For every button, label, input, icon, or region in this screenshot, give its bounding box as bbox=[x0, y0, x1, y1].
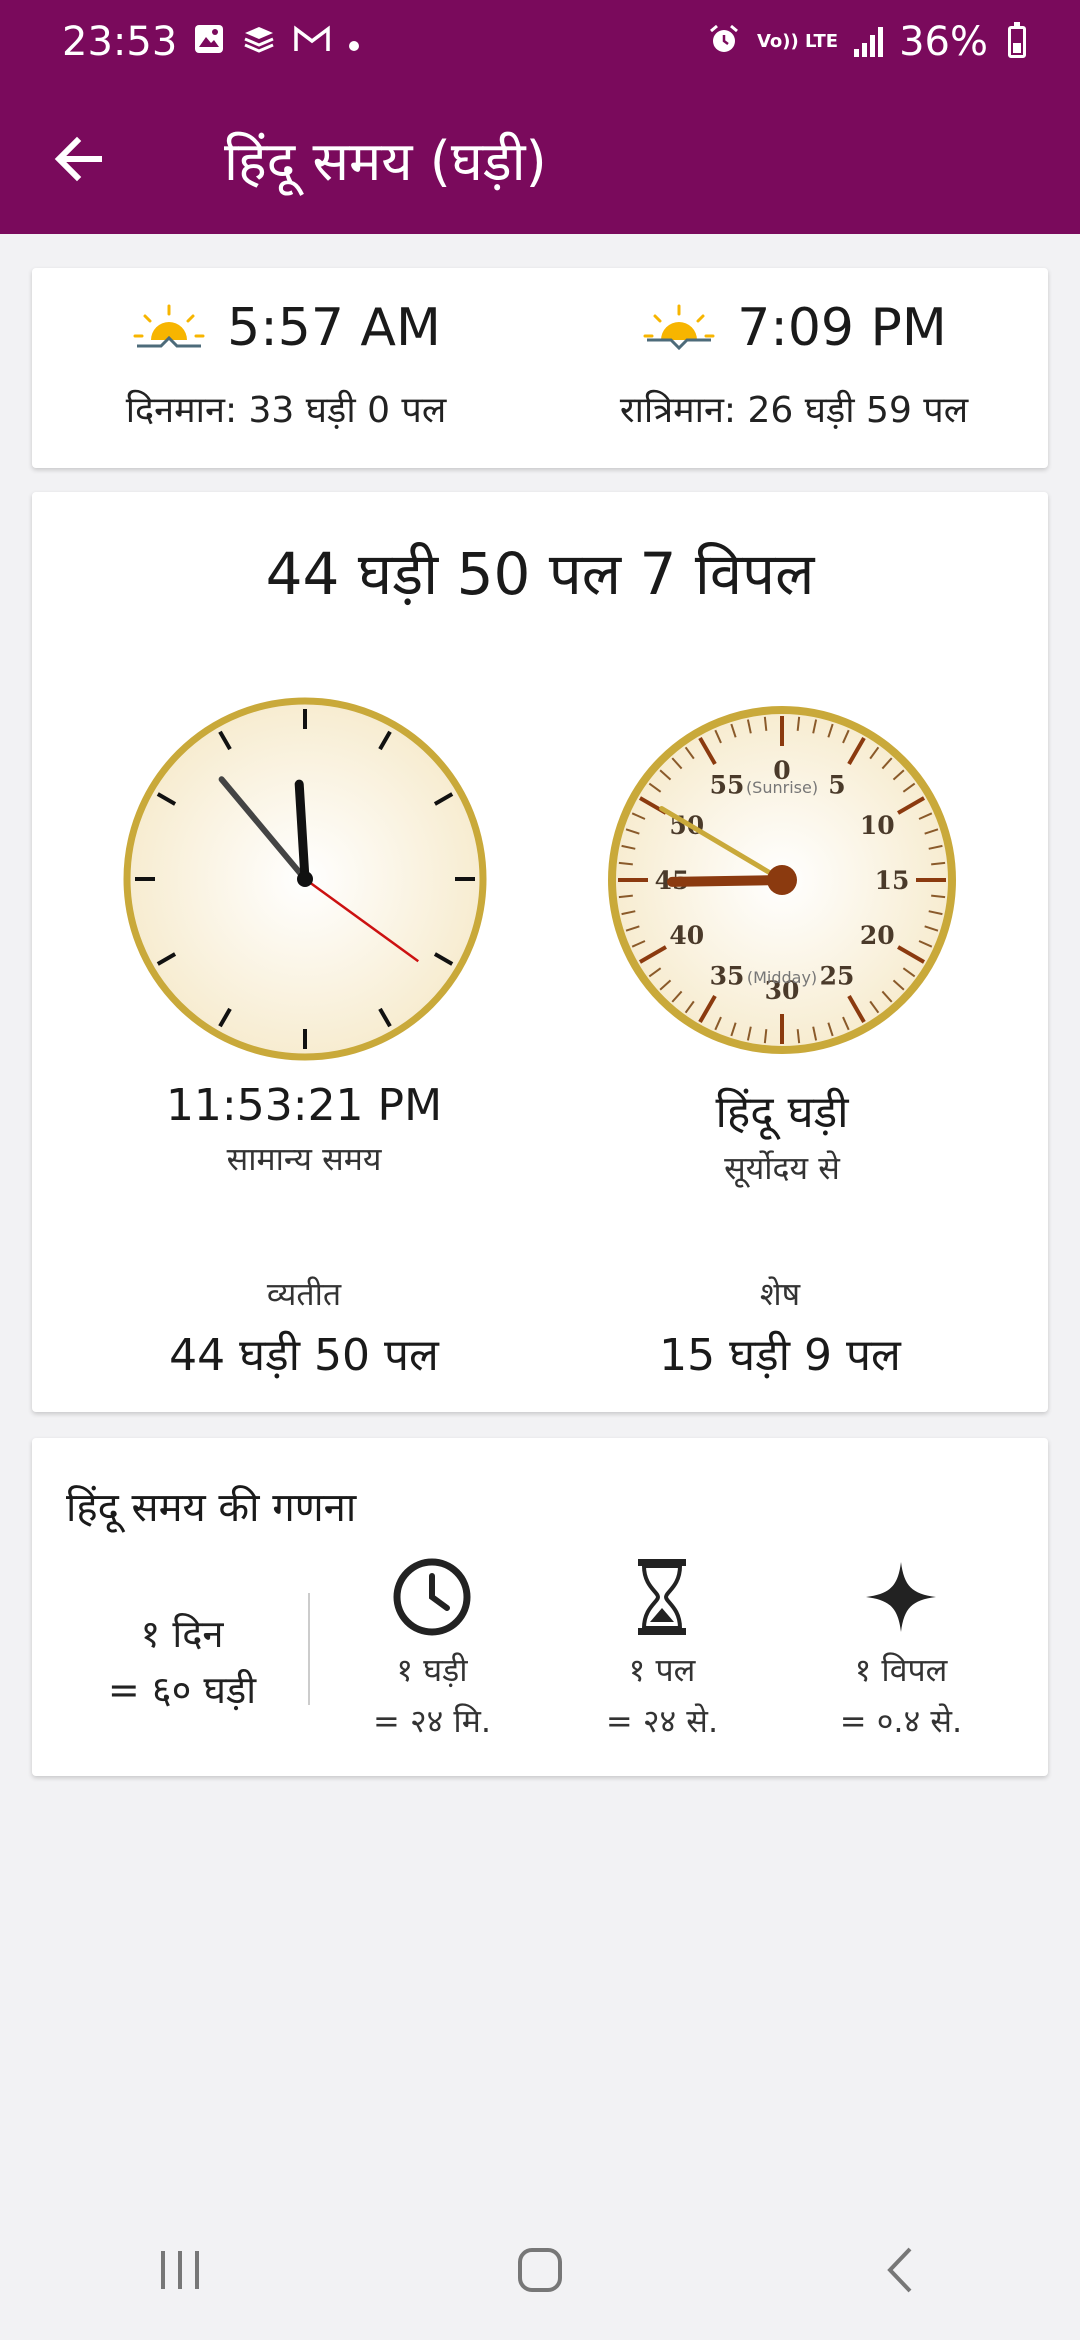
sunset-section: 7:09 PM रात्रिमान: 26 घड़ी 59 पल bbox=[540, 268, 1048, 468]
sunset-icon bbox=[643, 304, 715, 351]
calc-divider bbox=[308, 1593, 310, 1705]
midday-mark: (Midday) bbox=[747, 968, 817, 987]
ghadi-time-heading: 44 घड़ी 50 पल 7 विपल bbox=[265, 540, 815, 608]
normal-time-label: 11:53:21 PM सामान्य समय bbox=[94, 1080, 514, 1180]
page-title: हिंदू समय (घड़ी) bbox=[224, 130, 547, 193]
ghadi-center bbox=[767, 865, 797, 895]
navigation-bar bbox=[0, 2200, 1080, 2340]
sunrise-mark: (Sunrise) bbox=[746, 778, 818, 797]
recent-apps-button[interactable] bbox=[120, 2220, 240, 2320]
sunrise-time: 5:57 AM bbox=[227, 298, 441, 358]
calc-vipal-line1: १ विपल bbox=[854, 1651, 948, 1689]
signal-strength-icon bbox=[854, 27, 884, 57]
hourglass-icon bbox=[638, 1559, 686, 1635]
ghadi-number: 20 bbox=[860, 921, 895, 950]
battery-percent: 36% bbox=[899, 19, 988, 65]
calc-ghadi: १ घड़ी = २४ मि. bbox=[342, 1556, 522, 1742]
time-display-card: 44 घड़ी 50 पल 7 विपल 0510152025303540455… bbox=[32, 492, 1048, 1412]
clock-icon bbox=[393, 1558, 471, 1636]
ratriman-text: रात्रिमान: 26 घड़ी 59 पल bbox=[619, 390, 969, 431]
layers-app-icon bbox=[241, 23, 277, 61]
ghadi-number: 5 bbox=[828, 771, 845, 800]
status-left: 23:53 bbox=[62, 19, 361, 65]
status-right: Vo)) LTE 36% bbox=[707, 19, 1026, 65]
normal-time-caption: सामान्य समय bbox=[226, 1140, 382, 1178]
ghadi-number: 10 bbox=[860, 811, 895, 840]
ghadi-number: 15 bbox=[875, 866, 910, 895]
remaining-stat: शेष 15 घड़ी 9 पल bbox=[550, 1272, 1010, 1383]
sunset-time: 7:09 PM bbox=[737, 298, 947, 358]
analog-clock bbox=[123, 697, 487, 1061]
ghadi-number: 55 bbox=[710, 771, 745, 800]
home-button[interactable] bbox=[480, 2220, 600, 2320]
status-time: 23:53 bbox=[62, 19, 178, 65]
remaining-value: 15 घड़ी 9 पल bbox=[659, 1330, 901, 1381]
home-icon bbox=[518, 2248, 562, 2292]
hour-hand bbox=[294, 779, 310, 884]
calc-title: हिंदू समय की गणना bbox=[66, 1485, 357, 1531]
app-bar: हिंदू समय (घड़ी) bbox=[0, 84, 1080, 234]
calc-ghadi-line1: १ घड़ी bbox=[396, 1651, 468, 1689]
sun-times-card: 5:57 AM दिनमान: 33 घड़ी 0 पल 7:09 PM रात… bbox=[32, 268, 1048, 468]
hindu-clock-caption: सूर्योदय से bbox=[724, 1149, 840, 1187]
sunrise-icon bbox=[133, 304, 205, 348]
sparkle-icon bbox=[866, 1562, 936, 1632]
hindu-clock-label: हिंदू घड़ी सूर्योदय से bbox=[572, 1080, 992, 1189]
ghadi-number: 40 bbox=[669, 921, 704, 950]
remaining-title: शेष bbox=[759, 1275, 801, 1313]
recent-apps-icon bbox=[161, 2251, 199, 2289]
battery-icon bbox=[1008, 22, 1026, 58]
calc-pal: १ पल = २४ से. bbox=[572, 1556, 752, 1742]
chevron-left-icon bbox=[887, 2247, 912, 2293]
volte-indicator: Vo)) LTE bbox=[756, 31, 839, 52]
gmail-icon bbox=[293, 24, 331, 60]
elapsed-title: व्यतीत bbox=[266, 1275, 342, 1313]
calc-day-line1: १ दिन bbox=[140, 1612, 224, 1656]
elapsed-stat: व्यतीत 44 घड़ी 50 पल bbox=[74, 1272, 534, 1383]
dinman-text: दिनमान: 33 घड़ी 0 पल bbox=[125, 390, 447, 431]
hindu-clock-title: हिंदू घड़ी bbox=[715, 1087, 849, 1138]
normal-time: 11:53:21 PM bbox=[165, 1080, 443, 1131]
gallery-icon bbox=[193, 23, 225, 61]
ghadi-number: 35 bbox=[710, 961, 745, 990]
calc-pal-line2: = २४ से. bbox=[605, 1702, 719, 1740]
calc-vipal: १ विपल = ०.४ से. bbox=[806, 1556, 996, 1742]
ghadi-hand bbox=[667, 875, 787, 887]
clock-center bbox=[297, 871, 313, 887]
elapsed-value: 44 घड़ी 50 पल bbox=[169, 1330, 439, 1381]
notification-dot-icon bbox=[347, 25, 361, 59]
ghadi-clock: 0510152025303540455055 (Sunrise) (Midday… bbox=[608, 706, 956, 1054]
ghadi-number: 25 bbox=[820, 961, 855, 990]
status-bar: 23:53 Vo)) LTE 36% bbox=[0, 0, 1080, 84]
sunrise-section: 5:57 AM दिनमान: 33 घड़ी 0 पल bbox=[32, 268, 540, 468]
arrow-back-icon bbox=[54, 136, 102, 182]
calc-day-line2: = ६० घड़ी bbox=[107, 1668, 257, 1712]
back-button[interactable] bbox=[24, 104, 134, 214]
nav-back-button[interactable] bbox=[840, 2220, 960, 2320]
alarm-icon bbox=[707, 22, 741, 62]
calc-pal-line1: १ पल bbox=[628, 1651, 696, 1689]
calc-vipal-line2: = ०.४ से. bbox=[839, 1702, 963, 1740]
calculation-card: हिंदू समय की गणना १ दिन = ६० घड़ी १ घड़ी… bbox=[32, 1438, 1048, 1776]
calc-day: १ दिन = ६० घड़ी bbox=[72, 1606, 292, 1718]
calc-ghadi-line2: = २४ मि. bbox=[372, 1702, 492, 1740]
